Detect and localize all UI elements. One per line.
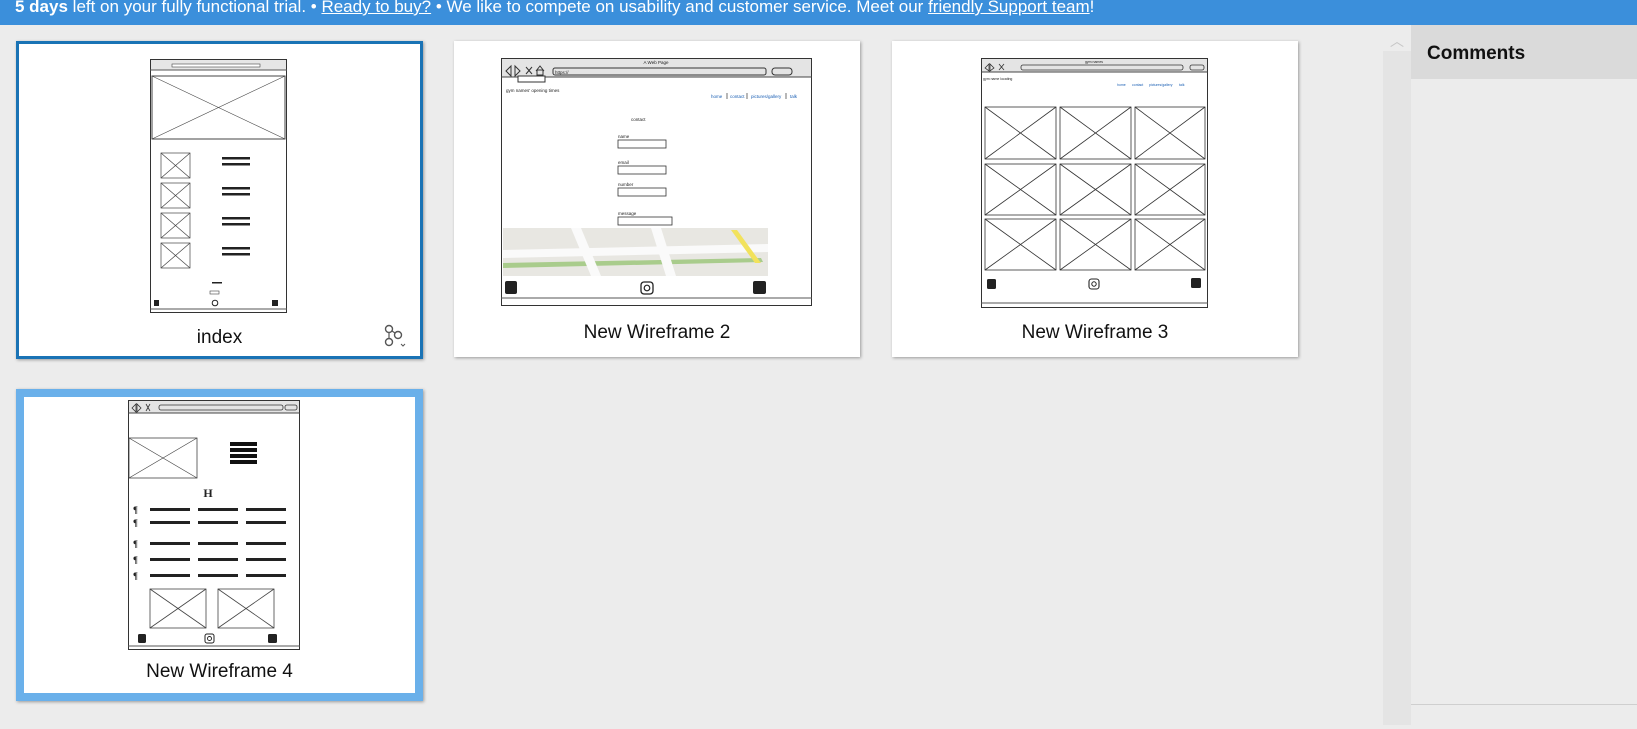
thumb-window-title: A Web Page bbox=[644, 60, 669, 65]
svg-text:¶: ¶ bbox=[133, 539, 138, 549]
thumb3-nav-gallery: pictures/gallery bbox=[1149, 83, 1173, 87]
thumb-nav-gallery: pictures/gallery bbox=[751, 94, 782, 99]
svg-text:¶: ¶ bbox=[133, 571, 138, 581]
trial-days: 5 days bbox=[15, 0, 68, 16]
svg-text:¶: ¶ bbox=[133, 555, 138, 565]
wireframe-card-3[interactable]: gym names gym name locating home contact… bbox=[892, 41, 1298, 357]
wireframe-thumbnail-2: A Web Page https:// gym names' opening t… bbox=[501, 58, 812, 306]
vertical-scrollbar[interactable]: ︿ bbox=[1383, 25, 1411, 725]
comments-list bbox=[1411, 79, 1637, 729]
ready-to-buy-link[interactable]: Ready to buy? bbox=[321, 0, 431, 16]
wireframe-grid: index A Web Page https:// gym names' ope… bbox=[0, 25, 1383, 725]
thumb3-nav-talk: talk bbox=[1179, 83, 1185, 87]
thumb4-heading: H bbox=[203, 486, 213, 500]
wireframe-label: New Wireframe 2 bbox=[583, 322, 731, 343]
thumb-field-message: message bbox=[618, 211, 637, 216]
thumb-site-title: gym names' opening times bbox=[506, 88, 560, 93]
trial-banner: 5 days left on your fully functional tri… bbox=[0, 0, 1637, 25]
wireframe-label: New Wireframe 3 bbox=[1021, 322, 1169, 343]
trial-text-3: ! bbox=[1089, 0, 1095, 16]
thumb-nav-talk: talk bbox=[790, 94, 798, 99]
thumb-field-name: name bbox=[618, 134, 630, 139]
thumb3-nav-contact: contact bbox=[1132, 83, 1143, 87]
wireframe-card-index[interactable]: index bbox=[16, 41, 423, 359]
thumb3-window-title: gym names bbox=[1085, 60, 1103, 64]
scroll-up-arrow-icon[interactable]: ︿ bbox=[1390, 31, 1404, 51]
trial-text: left on your fully functional trial. • bbox=[67, 0, 322, 16]
thumb3-nav-home: home bbox=[1117, 83, 1126, 87]
wireframe-label: index bbox=[196, 327, 243, 348]
svg-text:¶: ¶ bbox=[133, 518, 138, 528]
wireframe-thumbnail-index bbox=[150, 59, 287, 313]
wireframe-label: New Wireframe 4 bbox=[146, 661, 293, 682]
link-flow-icon[interactable] bbox=[382, 324, 408, 350]
thumb-nav-home: home bbox=[711, 94, 723, 99]
thumb3-site-title: gym name locating bbox=[983, 77, 1012, 81]
comments-footer bbox=[1411, 704, 1637, 725]
wireframe-card-2[interactable]: A Web Page https:// gym names' opening t… bbox=[454, 41, 860, 357]
wireframe-thumbnail-4: H ¶ ¶ ¶ ¶ ¶ bbox=[128, 400, 300, 650]
scrollbar-track[interactable] bbox=[1383, 51, 1411, 725]
thumb-field-email: email bbox=[618, 160, 629, 165]
wireframe-card-4[interactable]: H ¶ ¶ ¶ ¶ ¶ New Wireframe 4 bbox=[16, 389, 423, 701]
wireframe-thumbnail-3: gym names gym name locating home contact… bbox=[981, 58, 1208, 308]
comments-title: Comments bbox=[1411, 25, 1637, 79]
support-team-link[interactable]: friendly Support team bbox=[928, 0, 1090, 16]
thumb-nav-contact: contact bbox=[730, 94, 745, 99]
svg-text:¶: ¶ bbox=[133, 505, 138, 515]
thumb-field-number: number bbox=[618, 182, 634, 187]
trial-text-2: • We like to compete on usability and cu… bbox=[431, 0, 929, 16]
comments-panel: Comments bbox=[1411, 25, 1637, 729]
thumb-url: https:// bbox=[555, 70, 569, 75]
thumb-form-title: contact bbox=[631, 117, 646, 122]
